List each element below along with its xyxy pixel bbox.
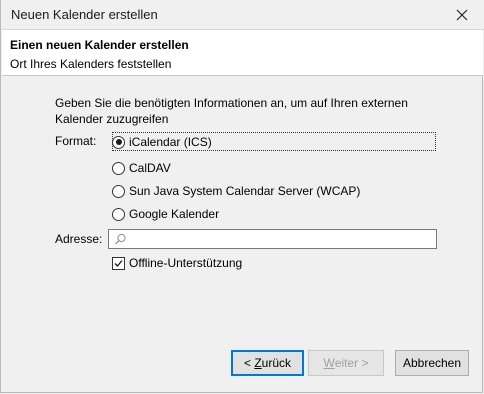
offline-checkbox[interactable]	[112, 256, 125, 270]
offline-label: Offline-Unterstützung	[129, 256, 243, 270]
radio-button[interactable]	[112, 184, 125, 198]
radio-label: iCalendar (ICS)	[129, 135, 212, 149]
intro-text: Geben Sie die benötigten Informationen a…	[55, 96, 408, 126]
next-rest: eiter >	[334, 356, 369, 370]
next-button[interactable]: Weiter >	[308, 350, 384, 376]
back-rest: urück	[261, 356, 292, 370]
window-title: Neuen Kalender erstellen	[11, 7, 158, 22]
wizard-header: Einen neuen Kalender erstellen Ort Ihres…	[2, 30, 483, 76]
offline-support-option[interactable]: Offline-Unterstützung	[112, 256, 242, 270]
wizard-subtitle: Ort Ihres Kalenders feststellen	[10, 57, 172, 71]
radio-wcap[interactable]: Sun Java System Calendar Server (WCAP)	[112, 182, 360, 200]
back-prefix: <	[243, 356, 255, 370]
next-mnemonic: W	[323, 356, 335, 370]
checkmark-icon	[114, 259, 123, 267]
title-bar: Neuen Kalender erstellen	[1, 0, 484, 30]
radio-label: Google Kalender	[129, 207, 220, 221]
radio-label: Sun Java System Calendar Server (WCAP)	[129, 184, 361, 198]
back-mnemonic: Z	[254, 356, 262, 370]
new-calendar-dialog: Neuen Kalender erstellen Einen neuen Kal…	[0, 0, 484, 393]
radio-button-checked[interactable]	[112, 135, 125, 149]
cancel-button[interactable]: Abbrechen	[395, 350, 469, 376]
close-icon	[456, 9, 468, 20]
radio-caldav[interactable]: CalDAV	[112, 159, 171, 177]
radio-icalendar[interactable]: iCalendar (ICS)	[112, 133, 212, 151]
address-input[interactable]	[108, 229, 437, 249]
search-icon	[115, 233, 126, 245]
back-button[interactable]: < Zurück	[231, 350, 304, 376]
radio-google-calendar[interactable]: Google Kalender	[112, 205, 219, 223]
radio-button[interactable]	[112, 161, 125, 175]
radio-label: CalDAV	[129, 161, 171, 175]
wizard-title: Einen neuen Kalender erstellen	[10, 38, 189, 52]
close-button[interactable]	[439, 0, 484, 29]
format-label: Format:	[55, 134, 97, 148]
address-label: Adresse:	[55, 232, 103, 246]
radio-button[interactable]	[112, 207, 125, 221]
